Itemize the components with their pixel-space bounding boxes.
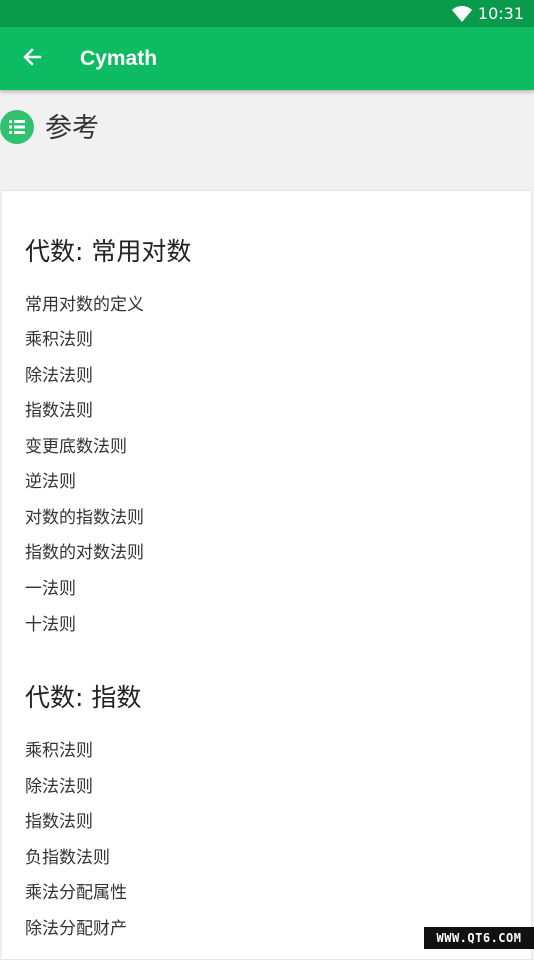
status-right: 10:31 [452, 0, 524, 27]
list-item[interactable]: 除法分配财产 [25, 918, 127, 940]
list-item[interactable]: 常用对数的定义 [25, 294, 144, 316]
list-item[interactable]: 指数法则 [25, 811, 93, 833]
status-time: 10:31 [478, 4, 524, 23]
list-item[interactable]: 指数法则 [25, 400, 93, 422]
list-item[interactable]: 乘积法则 [25, 740, 93, 762]
watermark: WWW.QT6.COM [424, 927, 534, 949]
status-bar: 10:31 [0, 0, 534, 27]
list-item[interactable]: 一法则 [25, 578, 76, 600]
section-header: 参考 [0, 90, 534, 190]
list-item[interactable]: 对数的指数法则 [25, 507, 144, 529]
reference-card: 代数: 常用对数 常用对数的定义 乘积法则 除法法则 指数法则 变更底数法则 逆… [1, 190, 532, 960]
list-item[interactable]: 乘法分配属性 [25, 882, 127, 904]
list-item[interactable]: 十法则 [25, 614, 76, 636]
group-title-exponents: 代数: 指数 [25, 678, 141, 714]
list-item[interactable]: 负指数法则 [25, 847, 110, 869]
list-item[interactable]: 指数的对数法则 [25, 542, 144, 564]
list-item[interactable]: 逆法则 [25, 471, 76, 493]
list-item[interactable]: 除法法则 [25, 776, 93, 798]
back-button[interactable] [12, 39, 52, 79]
list-icon [0, 110, 34, 144]
wifi-icon [452, 6, 472, 22]
group-title-logarithms: 代数: 常用对数 [25, 232, 191, 268]
section-title: 参考 [45, 106, 99, 145]
list-item[interactable]: 乘积法则 [25, 329, 93, 351]
app-title: Cymath [80, 27, 157, 90]
list-item[interactable]: 除法法则 [25, 365, 93, 387]
app-bar: Cymath [0, 27, 534, 90]
list-item[interactable]: 变更底数法则 [25, 436, 127, 458]
arrow-left-icon [22, 47, 42, 71]
